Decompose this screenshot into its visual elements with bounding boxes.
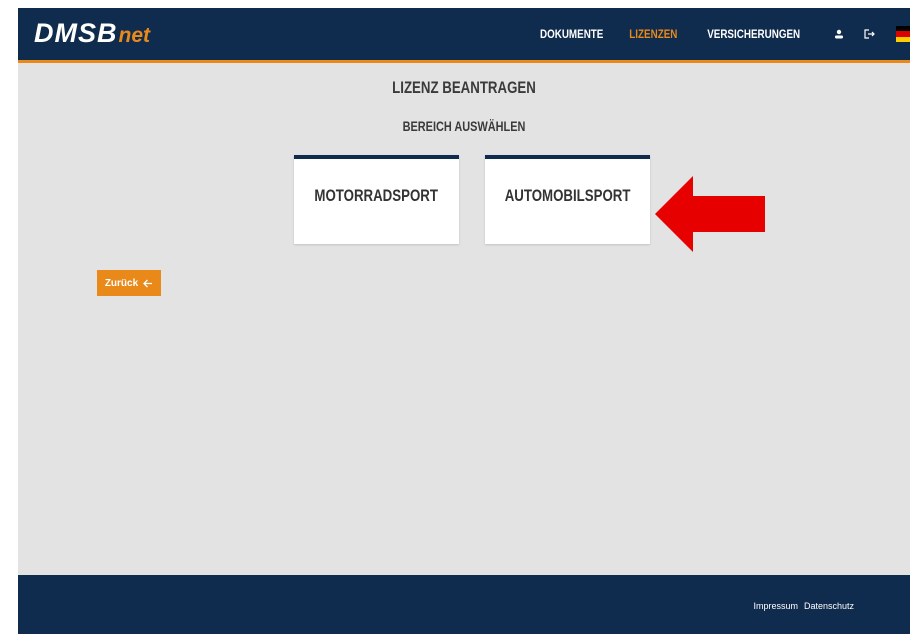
nav-lizenzen[interactable]: LIZENZEN	[629, 27, 677, 41]
footer-links: Impressum Datenschutz	[753, 601, 854, 611]
top-header: DMSB net DOKUMENTE LIZENZEN VERSICHERUNG…	[18, 8, 910, 63]
main-nav: DOKUMENTE LIZENZEN VERSICHERUNGEN	[533, 8, 910, 60]
back-button-label: Zurück	[104, 277, 139, 289]
app-window: DMSB net DOKUMENTE LIZENZEN VERSICHERUNG…	[18, 8, 910, 634]
card-motorradsport-label: MOTORRADSPORT	[314, 185, 439, 205]
page-subtitle: BEREICH AUSWÄHLEN	[402, 118, 526, 134]
logo-main-text: DMSB	[34, 18, 118, 48]
logout-icon[interactable]	[864, 29, 876, 39]
red-arrow-icon	[655, 176, 765, 252]
card-motorradsport[interactable]: MOTORRADSPORT	[294, 155, 459, 244]
footer: Impressum Datenschutz	[18, 575, 910, 634]
footer-impressum-link[interactable]: Impressum	[753, 601, 798, 611]
page-title: LIZENZ BEANTRAGEN	[392, 78, 536, 97]
back-button[interactable]: Zurück	[97, 270, 161, 296]
user-icon[interactable]	[834, 29, 844, 39]
logo-sub-text: net	[118, 24, 151, 47]
arrow-left-icon	[143, 279, 153, 287]
nav-dokumente[interactable]: DOKUMENTE	[540, 27, 603, 41]
german-flag-icon[interactable]	[896, 26, 910, 42]
nav-versicherungen[interactable]: VERSICHERUNGEN	[707, 27, 800, 41]
dmsb-logo[interactable]: DMSB net	[34, 18, 150, 48]
card-automobilsport-label: AUTOMOBILSPORT	[504, 185, 631, 205]
card-automobilsport[interactable]: AUTOMOBILSPORT	[485, 155, 650, 244]
footer-datenschutz-link[interactable]: Datenschutz	[804, 601, 854, 611]
